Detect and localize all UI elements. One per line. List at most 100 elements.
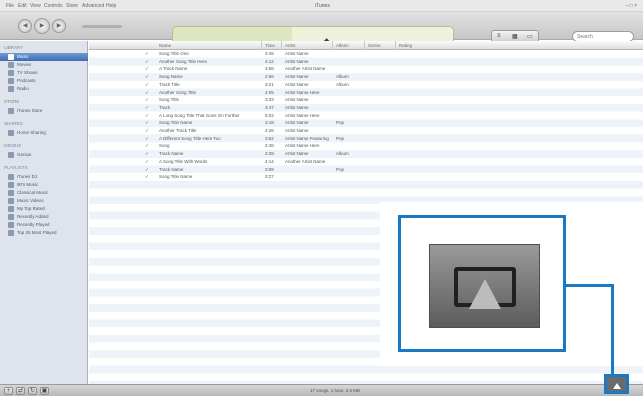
menu-edit[interactable]: Edit bbox=[18, 3, 27, 9]
sidebar-item-label: Top 25 Most Played bbox=[17, 230, 57, 235]
cell-name: Song Title Name bbox=[159, 174, 193, 180]
table-row[interactable]: ✓ Song Title Name 3:18 Artist Name Pop bbox=[89, 119, 643, 127]
checkbox-icon: ✓ bbox=[145, 166, 149, 172]
grid-view-icon[interactable]: ▦ bbox=[512, 33, 518, 40]
table-row[interactable]: ✓ Song 2:48 Artist Name Here bbox=[89, 142, 643, 150]
cell-name: Track Name bbox=[159, 151, 184, 157]
column-rating[interactable]: Rating bbox=[399, 43, 412, 48]
airplay-icon bbox=[613, 383, 621, 389]
menu-controls[interactable]: Controls bbox=[44, 3, 63, 9]
sidebar-item[interactable]: TV Shows bbox=[8, 69, 82, 77]
table-row[interactable]: ✓ Track 3:47 Artist Name bbox=[89, 104, 643, 112]
sidebar-item[interactable]: Podcasts bbox=[8, 77, 82, 85]
sidebar-item-label: iTunes DJ bbox=[17, 174, 38, 179]
checkbox-icon: ✓ bbox=[145, 81, 149, 87]
playlist-icon bbox=[8, 152, 14, 158]
list-view-icon[interactable]: ≡ bbox=[497, 33, 501, 39]
table-row[interactable]: ✓ A Song Title With Words 4:14 Another Arti… bbox=[89, 158, 643, 166]
playlist-icon bbox=[8, 198, 14, 204]
table-row[interactable]: ✓ Song Title Name 3:27 bbox=[89, 173, 643, 181]
cell-name: Song Title bbox=[159, 97, 180, 103]
playlist-icon bbox=[8, 78, 14, 84]
sidebar-item[interactable]: Music Videos bbox=[8, 197, 82, 205]
column-artist[interactable]: Artist bbox=[285, 43, 295, 48]
checkbox-icon: ✓ bbox=[145, 89, 149, 95]
column-time[interactable]: Time bbox=[265, 43, 275, 48]
cell-artist: Artist Name bbox=[285, 58, 309, 64]
sidebar-item-label: Recently Played bbox=[17, 222, 50, 227]
sidebar-item[interactable]: Movies bbox=[8, 61, 82, 69]
playlist-icon bbox=[8, 86, 14, 92]
shuffle-button[interactable]: ⇄ bbox=[16, 387, 25, 395]
cell-time: 4:14 bbox=[265, 158, 274, 164]
playlist-icon bbox=[8, 214, 14, 220]
repeat-button[interactable]: ↻ bbox=[28, 387, 37, 395]
column-genre[interactable]: Genre bbox=[368, 43, 381, 48]
table-row[interactable]: ✓ Song Title 3:33 Artist Name bbox=[89, 96, 643, 104]
sidebar-item-label: Movies bbox=[17, 62, 32, 67]
library-summary: 17 songs, 1 hour, 2.5 MB bbox=[309, 388, 361, 393]
checkbox-icon: ✓ bbox=[145, 58, 149, 64]
menu-file[interactable]: File bbox=[6, 3, 14, 9]
sidebar-item[interactable]: 90's Music bbox=[8, 181, 82, 189]
cell-time: 3:45 bbox=[265, 51, 274, 56]
sidebar-item[interactable]: Top 25 Most Played bbox=[8, 229, 82, 237]
sidebar-item[interactable]: Classical Music bbox=[8, 189, 82, 197]
cell-name: A Long Song Title That Goes On Further bbox=[159, 112, 240, 118]
cell-time: 3:58 bbox=[265, 66, 274, 72]
sidebar-item[interactable]: Radio bbox=[8, 85, 82, 93]
table-row[interactable]: ✓ Song Name 2:56 Artist Name Album bbox=[89, 73, 643, 81]
table-row[interactable]: ✓ A Track Name 3:58 Another Artist Name bbox=[89, 65, 643, 73]
cell-artist: Another Artist Name bbox=[285, 66, 326, 72]
sidebar-item[interactable]: iTunes DJ bbox=[8, 173, 82, 181]
sidebar-heading: SHARED bbox=[4, 121, 23, 126]
table-row[interactable]: ✓ A Different Song Title Here Too 3:52 Arti… bbox=[89, 135, 643, 143]
menu-view[interactable]: View bbox=[30, 3, 41, 9]
playlist-icon bbox=[8, 230, 14, 236]
previous-icon[interactable]: ◀ bbox=[18, 19, 32, 33]
cell-artist: Artist Name bbox=[285, 97, 309, 103]
sidebar-item[interactable]: iTunes Store bbox=[8, 107, 82, 115]
sidebar-item[interactable]: Genius bbox=[8, 151, 82, 159]
table-row[interactable]: ✓ Track Name 3:39 Artist Name Album bbox=[89, 150, 643, 158]
checkbox-icon: ✓ bbox=[145, 151, 149, 157]
sidebar-item[interactable]: Recently Added bbox=[8, 213, 82, 221]
volume-slider[interactable] bbox=[82, 25, 122, 28]
next-icon[interactable]: ▶ bbox=[52, 19, 66, 33]
cell-artist: Artist Name Here bbox=[285, 112, 320, 118]
playlist-icon bbox=[8, 70, 14, 76]
cell-time: 3:27 bbox=[265, 174, 274, 180]
column-album[interactable]: Album bbox=[336, 43, 349, 48]
table-row[interactable]: ✓ Another Track Title 4:26 Artist Name bbox=[89, 127, 643, 135]
artwork-button[interactable]: ▣ bbox=[40, 387, 49, 395]
play-icon[interactable]: ▶ bbox=[34, 18, 50, 34]
sidebar-item-label: 90's Music bbox=[17, 182, 39, 187]
table-row[interactable]: ✓ Another Song Title Here 4:12 Artist Name bbox=[89, 58, 643, 66]
add-playlist-button[interactable]: + bbox=[4, 387, 13, 395]
cell-name: Another Track Title bbox=[159, 128, 197, 133]
table-row[interactable]: ✓ Track Name 3:09 Pop bbox=[89, 166, 643, 174]
airplay-button[interactable] bbox=[604, 374, 629, 394]
sidebar-item[interactable]: Music bbox=[0, 53, 88, 61]
checkbox-icon: ✓ bbox=[145, 143, 149, 149]
menu-advanced[interactable]: Advanced bbox=[82, 3, 104, 9]
sidebar-item[interactable]: My Top Rated bbox=[8, 205, 82, 213]
table-row[interactable]: ✓ A Long Song Title That Goes On Further 5… bbox=[89, 112, 643, 120]
sidebar-item-label: TV Shows bbox=[17, 70, 38, 75]
menu-store[interactable]: Store bbox=[66, 3, 78, 9]
checkbox-icon: ✓ bbox=[145, 128, 149, 133]
sidebar-item[interactable]: Recently Played bbox=[8, 221, 82, 229]
table-row[interactable]: ✓ Track Title 3:21 Artist Name Album bbox=[89, 81, 643, 89]
table-row[interactable]: ✓ Song Title One 3:45 Artist Name bbox=[89, 50, 643, 58]
sidebar-item-label: Music bbox=[17, 54, 29, 59]
cell-name: Track Title bbox=[159, 81, 180, 87]
cell-name: A Different Song Title Here Too bbox=[159, 135, 221, 141]
sidebar-item[interactable]: Home Sharing bbox=[8, 129, 82, 137]
window-controls[interactable]: – □ × bbox=[626, 3, 638, 9]
cell-artist: Artist Name bbox=[285, 151, 309, 157]
coverflow-view-icon[interactable]: ▭ bbox=[527, 33, 533, 40]
column-name[interactable]: Name bbox=[159, 43, 171, 48]
menu-help[interactable]: Help bbox=[106, 3, 116, 9]
playlist-icon bbox=[8, 62, 14, 68]
table-row[interactable]: ✓ Another Song Title 4:05 Artist Name Here bbox=[89, 89, 643, 97]
